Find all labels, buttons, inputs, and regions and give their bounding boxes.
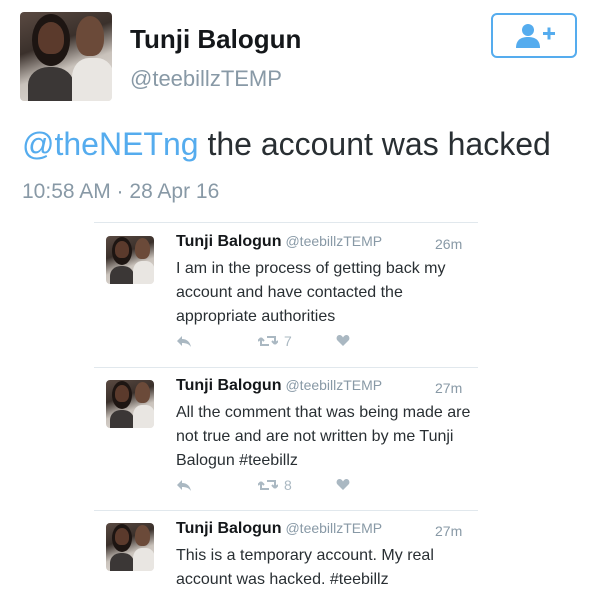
tweet-body: the account was hacked [198, 126, 551, 162]
reply-author-name[interactable]: Tunji Balogun [176, 377, 281, 394]
add-user-icon [516, 24, 555, 48]
reply-time[interactable]: 27m [435, 380, 462, 396]
reply-author-name[interactable]: Tunji Balogun [176, 520, 281, 537]
reply-author-handle[interactable]: @teebillzTEMP [285, 377, 382, 393]
reply-text: I am in the process of getting back my a… [176, 260, 446, 325]
retweet-count: 8 [284, 477, 292, 493]
like-icon[interactable] [336, 334, 350, 350]
profile-name[interactable]: Tunji Balogun [130, 24, 301, 55]
reply-author-name[interactable]: Tunji Balogun [176, 233, 281, 250]
retweet-icon[interactable] [257, 334, 279, 351]
tweet-text: @theNETng the account was hacked [22, 126, 551, 163]
profile-handle[interactable]: @teebillzTEMP [130, 66, 282, 92]
reply-time[interactable]: 27m [435, 523, 462, 539]
reply-author-handle[interactable]: @teebillzTEMP [285, 520, 382, 536]
retweet-count: 7 [284, 333, 292, 349]
like-icon[interactable] [336, 478, 350, 494]
reply-tweet[interactable]: Tunji Balogun @teebillzTEMP 27m This is a… [94, 511, 478, 600]
divider [94, 222, 478, 223]
reply-author[interactable]: Tunji Balogun @teebillzTEMP [176, 377, 382, 395]
reply-tweet[interactable]: Tunji Balogun @teebillzTEMP 26m I am in t… [94, 224, 478, 368]
reply-avatar[interactable] [106, 523, 154, 571]
reply-avatar[interactable] [106, 236, 154, 284]
reply-text: This is a temporary account. My real acc… [176, 547, 434, 588]
follow-button[interactable] [491, 13, 577, 58]
profile-avatar[interactable] [20, 12, 112, 101]
reply-icon[interactable] [176, 478, 192, 495]
reply-author[interactable]: Tunji Balogun @teebillzTEMP [176, 233, 382, 251]
reply-avatar[interactable] [106, 380, 154, 428]
reply-time[interactable]: 26m [435, 236, 462, 252]
reply-author-handle[interactable]: @teebillzTEMP [285, 233, 382, 249]
reply-actions: 8 [176, 477, 376, 502]
retweet-icon[interactable] [257, 478, 279, 495]
reply-icon[interactable] [176, 334, 192, 351]
tweet-mention-link[interactable]: @theNETng [22, 126, 199, 162]
reply-actions: 7 [176, 333, 376, 358]
tweet-timestamp[interactable]: 10:58 AM · 28 Apr 16 [22, 180, 219, 204]
reply-text: All the comment that was being made are … [176, 404, 471, 469]
reply-author[interactable]: Tunji Balogun @teebillzTEMP [176, 520, 382, 538]
reply-tweet[interactable]: Tunji Balogun @teebillzTEMP 27m All the c… [94, 368, 478, 511]
